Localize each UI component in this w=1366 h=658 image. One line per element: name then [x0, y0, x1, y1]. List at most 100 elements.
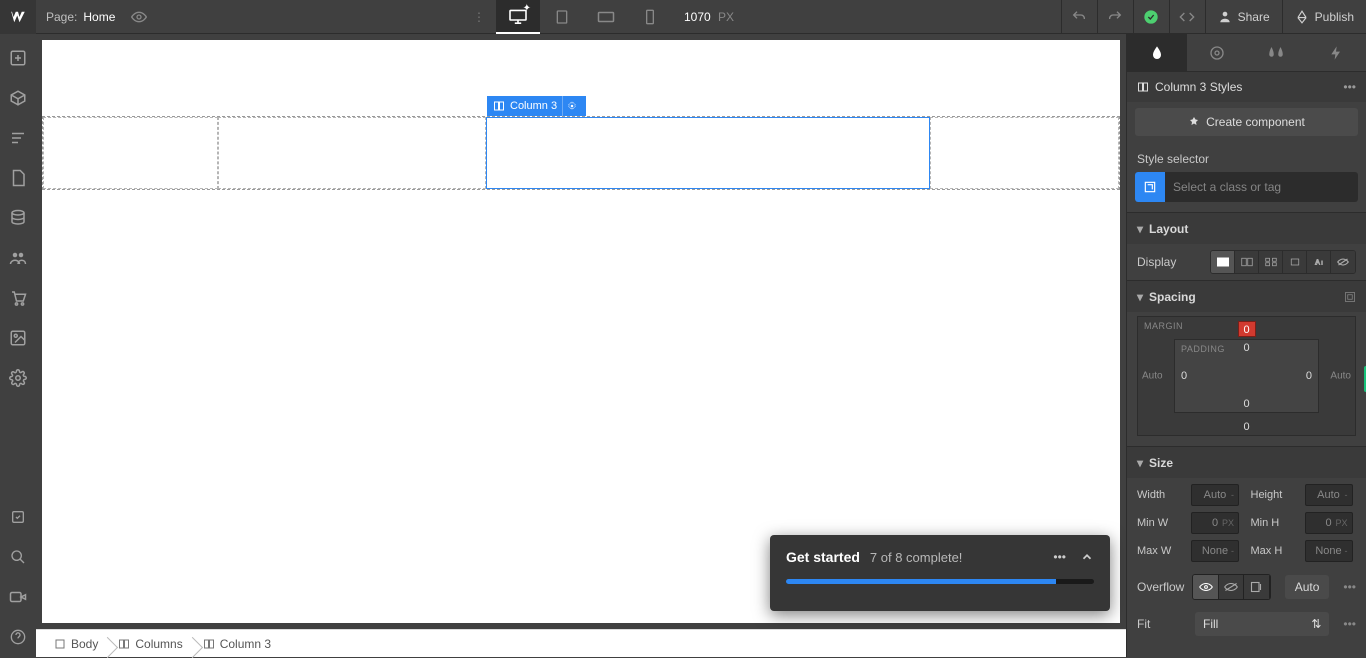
- breadcrumb-bar: Body Columns Column 3: [36, 629, 1126, 657]
- tab-style[interactable]: [1127, 34, 1187, 71]
- breadcrumb-columns[interactable]: Columns: [108, 637, 192, 651]
- cms-icon[interactable]: [0, 198, 36, 238]
- display-block[interactable]: [1211, 251, 1235, 273]
- style-selector-label: Style selector: [1127, 142, 1366, 172]
- page-selector[interactable]: Page: Home: [36, 10, 125, 24]
- margin-left-auto[interactable]: Auto: [1142, 371, 1163, 382]
- column-3-selected[interactable]: Column 3: [486, 117, 930, 189]
- display-flex[interactable]: [1235, 251, 1259, 273]
- margin-top-input[interactable]: 0: [1238, 321, 1256, 337]
- spacing-editor[interactable]: MARGIN 0 0 Auto Auto PADDING 0 0 0 0: [1137, 316, 1356, 436]
- margin-bottom-input[interactable]: 0: [1243, 421, 1249, 433]
- create-component-button[interactable]: Create component: [1135, 108, 1358, 136]
- max-width-input[interactable]: None-: [1191, 540, 1239, 562]
- display-grid[interactable]: [1259, 251, 1283, 273]
- video-tutorials-icon[interactable]: [0, 577, 36, 617]
- webflow-logo[interactable]: [0, 0, 36, 34]
- help-icon[interactable]: [0, 617, 36, 657]
- symbols-icon[interactable]: [0, 78, 36, 118]
- style-panel: Column 3 Styles ••• Create component Sty…: [1126, 34, 1366, 657]
- add-element-icon[interactable]: [0, 38, 36, 78]
- overflow-scroll[interactable]: [1244, 575, 1269, 599]
- share-button[interactable]: Share: [1205, 0, 1282, 33]
- tab-settings[interactable]: [1187, 34, 1247, 71]
- toast-title: Get started: [786, 549, 860, 565]
- max-height-input[interactable]: None-: [1305, 540, 1353, 562]
- layout-section-header[interactable]: ▾Layout: [1127, 212, 1366, 244]
- redo-icon[interactable]: [1097, 0, 1133, 34]
- search-icon[interactable]: [0, 537, 36, 577]
- margin-right-auto[interactable]: Auto: [1330, 371, 1351, 382]
- pages-icon[interactable]: [0, 158, 36, 198]
- padding-right-input[interactable]: 0: [1306, 370, 1312, 382]
- device-mobile[interactable]: [628, 0, 672, 34]
- padding-left-input[interactable]: 0: [1181, 370, 1187, 382]
- tab-interactions[interactable]: [1247, 34, 1307, 71]
- toast-subtitle: 7 of 8 complete!: [870, 550, 963, 565]
- get-started-toast: Get started 7 of 8 complete! •••: [770, 535, 1110, 611]
- display-none[interactable]: [1331, 251, 1355, 273]
- page-label: Page:: [46, 10, 77, 24]
- height-input[interactable]: Auto-: [1305, 484, 1353, 506]
- settings-icon[interactable]: [0, 358, 36, 398]
- toast-collapse-icon[interactable]: [1080, 550, 1094, 564]
- padding-bottom-input[interactable]: 0: [1243, 398, 1249, 410]
- selector-icon: [1135, 172, 1165, 202]
- padding-top-input[interactable]: 0: [1243, 342, 1249, 354]
- spacing-section-header[interactable]: ▾Spacing: [1127, 280, 1366, 312]
- toast-more-icon[interactable]: •••: [1053, 550, 1066, 564]
- undo-icon[interactable]: [1061, 0, 1097, 34]
- style-selector[interactable]: Select a class or tag: [1135, 172, 1358, 202]
- device-switcher: ✦ 1070 PX: [496, 0, 746, 33]
- size-section-header[interactable]: ▾Size: [1127, 446, 1366, 478]
- status-ok-icon[interactable]: [1133, 0, 1169, 34]
- device-tablet-landscape[interactable]: [584, 0, 628, 34]
- chevron-updown-icon: ⇅: [1311, 617, 1321, 631]
- export-code-icon[interactable]: [1169, 0, 1205, 34]
- display-label: Display: [1137, 255, 1187, 269]
- device-desktop[interactable]: ✦: [496, 0, 540, 34]
- device-tablet[interactable]: [540, 0, 584, 34]
- selection-tag[interactable]: Column 3: [487, 96, 586, 116]
- page-name: Home: [83, 10, 115, 24]
- selector-placeholder: Select a class or tag: [1165, 180, 1358, 194]
- display-inline[interactable]: [1307, 251, 1331, 273]
- tab-effects[interactable]: [1306, 34, 1366, 71]
- display-buttons: [1210, 250, 1356, 274]
- selection-label: Column 3: [510, 100, 557, 112]
- users-icon[interactable]: [0, 238, 36, 278]
- display-inline-block[interactable]: [1283, 251, 1307, 273]
- audit-icon[interactable]: [0, 497, 36, 537]
- panel-tabs: [1127, 34, 1366, 72]
- toast-progress: [786, 579, 1094, 584]
- fit-more-icon[interactable]: •••: [1343, 617, 1356, 631]
- canvas-width[interactable]: 1070 PX: [672, 10, 746, 24]
- width-input[interactable]: Auto-: [1191, 484, 1239, 506]
- overflow-buttons: [1192, 574, 1270, 600]
- column-2[interactable]: [218, 117, 486, 189]
- navigator-icon[interactable]: [0, 118, 36, 158]
- preview-icon[interactable]: [131, 9, 147, 25]
- min-width-input[interactable]: 0PX: [1191, 512, 1239, 534]
- assets-icon[interactable]: [0, 318, 36, 358]
- spacing-expand-icon[interactable]: [1344, 291, 1356, 303]
- publish-button[interactable]: Publish: [1282, 0, 1366, 33]
- overflow-hidden[interactable]: [1219, 575, 1244, 599]
- breadcrumb-body[interactable]: Body: [44, 637, 108, 651]
- overflow-more-icon[interactable]: •••: [1343, 580, 1356, 594]
- columns-element[interactable]: Column 3: [42, 116, 1120, 190]
- more-icon[interactable]: ⋮: [462, 10, 496, 24]
- left-toolbar: [0, 34, 36, 657]
- selection-settings-icon[interactable]: [562, 96, 580, 116]
- overflow-auto[interactable]: Auto: [1285, 575, 1330, 599]
- ecommerce-icon[interactable]: [0, 278, 36, 318]
- min-height-input[interactable]: 0PX: [1305, 512, 1353, 534]
- column-4[interactable]: [930, 117, 1119, 189]
- fit-select[interactable]: Fill ⇅: [1195, 612, 1329, 636]
- styles-more-icon[interactable]: •••: [1343, 80, 1356, 94]
- column-1[interactable]: [43, 117, 218, 189]
- breadcrumb-column3[interactable]: Column 3: [193, 637, 281, 651]
- overflow-visible[interactable]: [1193, 575, 1218, 599]
- top-bar: Page: Home ⋮ ✦ 1070 PX Share Publish: [0, 0, 1366, 34]
- padding-box: PADDING 0 0 0 0: [1174, 339, 1319, 413]
